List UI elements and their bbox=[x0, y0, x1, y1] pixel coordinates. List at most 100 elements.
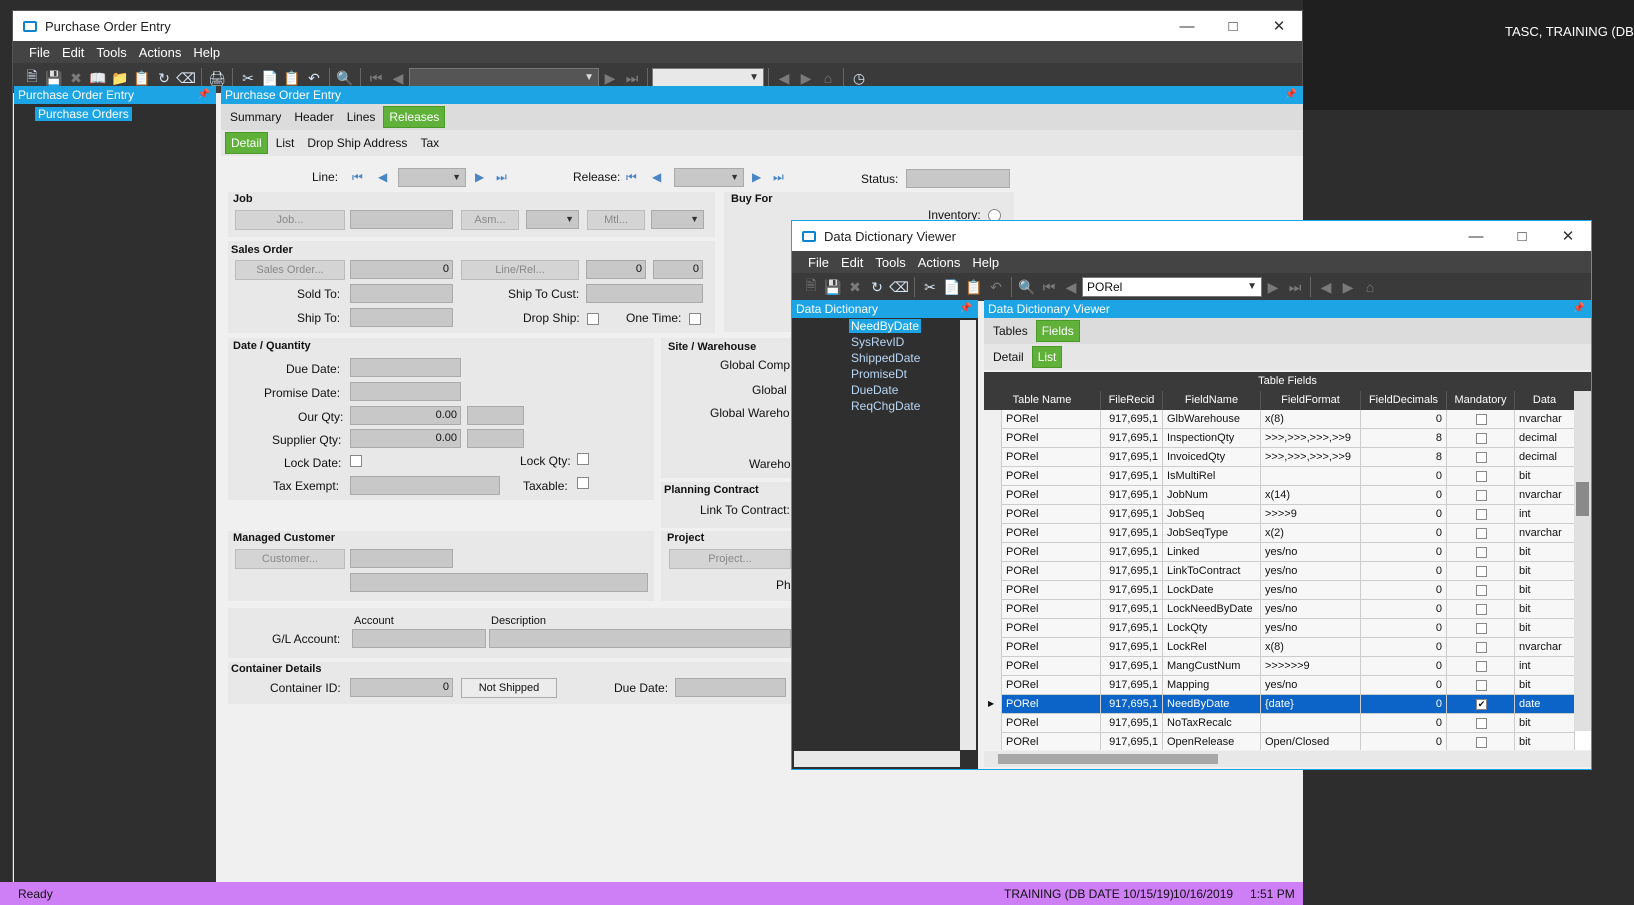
cell-type[interactable]: bit bbox=[1515, 467, 1575, 486]
table-row[interactable]: PORel 917,695,1 LockNeedByDate yes/no 0 bit bbox=[984, 600, 1575, 619]
cell-format[interactable] bbox=[1261, 467, 1361, 486]
cell-table[interactable]: PORel bbox=[1002, 619, 1101, 638]
tab-list[interactable]: List bbox=[1031, 346, 1063, 368]
tab-lines[interactable]: Lines bbox=[342, 107, 381, 127]
dd-menu-tools[interactable]: Tools bbox=[869, 255, 911, 270]
mandatory-checkbox[interactable] bbox=[1476, 471, 1487, 482]
one-time-checkbox[interactable] bbox=[689, 313, 701, 325]
customer-field[interactable] bbox=[350, 549, 453, 568]
cell-field[interactable]: LockDate bbox=[1163, 581, 1261, 600]
tab-fields[interactable]: Fields bbox=[1035, 320, 1080, 342]
cell-type[interactable]: date bbox=[1515, 695, 1575, 714]
dd-tree-item[interactable]: ReqChgDate bbox=[851, 399, 920, 413]
mandatory-checkbox[interactable] bbox=[1476, 661, 1487, 672]
cell-dec[interactable]: 0 bbox=[1361, 562, 1447, 581]
cell-field[interactable]: IsMultiRel bbox=[1163, 467, 1261, 486]
cell-table[interactable]: PORel bbox=[1002, 543, 1101, 562]
forward-icon[interactable]: ▶ bbox=[1337, 276, 1359, 298]
mandatory-checkbox[interactable] bbox=[1476, 433, 1487, 444]
next-line-icon[interactable]: ▶ bbox=[475, 170, 484, 184]
so-line-field[interactable]: 0 bbox=[586, 260, 646, 279]
cell-type[interactable]: int bbox=[1515, 657, 1575, 676]
line-rel-button[interactable]: Line/Rel... bbox=[461, 260, 579, 280]
search-icon[interactable]: 🔍 bbox=[1016, 276, 1038, 298]
table-row[interactable]: PORel 917,695,1 LockQty yes/no 0 bit bbox=[984, 619, 1575, 638]
cell-recid[interactable]: 917,695,1 bbox=[1101, 676, 1163, 695]
pin-icon[interactable]: 📌 bbox=[960, 300, 972, 318]
cell-table[interactable]: PORel bbox=[1002, 581, 1101, 600]
cell-format[interactable]: yes/no bbox=[1261, 581, 1361, 600]
col-header-table-name[interactable]: Table Name bbox=[984, 391, 1101, 410]
cell-dec[interactable]: 0 bbox=[1361, 410, 1447, 429]
mandatory-cell[interactable] bbox=[1447, 486, 1515, 505]
close-button[interactable]: ✕ bbox=[1256, 17, 1302, 35]
menu-tools[interactable]: Tools bbox=[90, 45, 132, 60]
row-selector[interactable] bbox=[984, 486, 1002, 505]
cell-dec[interactable]: 8 bbox=[1361, 429, 1447, 448]
col-header-data-type[interactable]: Data bbox=[1515, 391, 1575, 410]
row-selector[interactable] bbox=[984, 676, 1002, 695]
cell-recid[interactable]: 917,695,1 bbox=[1101, 638, 1163, 657]
prev-record-icon[interactable]: ◀ bbox=[1060, 276, 1082, 298]
ship-to-field[interactable] bbox=[350, 308, 453, 327]
cell-table[interactable]: PORel bbox=[1002, 638, 1101, 657]
taxable-checkbox[interactable] bbox=[577, 477, 589, 489]
cell-field[interactable]: LockNeedByDate bbox=[1163, 600, 1261, 619]
tab-list[interactable]: List bbox=[271, 133, 300, 153]
ship-to-cust-field[interactable] bbox=[586, 284, 703, 303]
paste-icon[interactable]: 📋 bbox=[963, 276, 985, 298]
last-line-icon[interactable]: ⏭ bbox=[496, 170, 507, 185]
row-selector[interactable] bbox=[984, 524, 1002, 543]
mandatory-cell[interactable] bbox=[1447, 619, 1515, 638]
cell-type[interactable]: nvarchar bbox=[1515, 638, 1575, 657]
cell-field[interactable]: JobNum bbox=[1163, 486, 1261, 505]
mandatory-checkbox[interactable] bbox=[1476, 604, 1487, 615]
cell-table[interactable]: PORel bbox=[1002, 714, 1101, 733]
release-combo[interactable]: ▼ bbox=[674, 168, 744, 187]
cell-format[interactable]: >>>>>>9 bbox=[1261, 657, 1361, 676]
cell-table[interactable]: PORel bbox=[1002, 429, 1101, 448]
mandatory-checkbox[interactable] bbox=[1476, 718, 1487, 729]
tab-detail[interactable]: Detail bbox=[225, 132, 268, 154]
mandatory-cell[interactable] bbox=[1447, 676, 1515, 695]
cell-table[interactable]: PORel bbox=[1002, 695, 1101, 714]
gl-account-field[interactable] bbox=[352, 629, 486, 648]
mandatory-checkbox[interactable] bbox=[1476, 566, 1487, 577]
col-header-fieldformat[interactable]: FieldFormat bbox=[1261, 391, 1361, 410]
row-selector[interactable] bbox=[984, 448, 1002, 467]
cell-dec[interactable]: 0 bbox=[1361, 524, 1447, 543]
cell-field[interactable]: Mapping bbox=[1163, 676, 1261, 695]
table-row[interactable]: PORel 917,695,1 InspectionQty >>>,>>>,>>>,>… bbox=[984, 429, 1575, 448]
row-selector[interactable] bbox=[984, 505, 1002, 524]
grid-hscroll-thumb[interactable] bbox=[998, 754, 1218, 764]
cell-field[interactable]: LockQty bbox=[1163, 619, 1261, 638]
table-row[interactable]: ▶ PORel 917,695,1 NeedByDate {date} 0 ✔ date bbox=[984, 695, 1575, 714]
row-selector[interactable]: ▶ bbox=[984, 695, 1002, 714]
mandatory-cell[interactable] bbox=[1447, 524, 1515, 543]
status-field[interactable] bbox=[906, 169, 1010, 188]
cut-icon[interactable]: ✂ bbox=[919, 276, 941, 298]
dd-tree-item[interactable]: ShippedDate bbox=[851, 351, 920, 365]
cell-recid[interactable]: 917,695,1 bbox=[1101, 562, 1163, 581]
row-selector[interactable] bbox=[984, 467, 1002, 486]
asm-button[interactable]: Asm... bbox=[461, 210, 519, 230]
grid-vscrollbar[interactable] bbox=[1574, 391, 1591, 731]
cell-dec[interactable]: 0 bbox=[1361, 733, 1447, 750]
dd-tree-item[interactable]: NeedByDate bbox=[849, 319, 922, 333]
mandatory-cell[interactable] bbox=[1447, 714, 1515, 733]
cell-dec[interactable]: 0 bbox=[1361, 467, 1447, 486]
dd-tree-vscrollbar[interactable] bbox=[960, 320, 976, 750]
dd-menu-edit[interactable]: Edit bbox=[835, 255, 869, 270]
mandatory-cell[interactable] bbox=[1447, 657, 1515, 676]
table-row[interactable]: PORel 917,695,1 NoTaxRecalc 0 bit bbox=[984, 714, 1575, 733]
mandatory-cell[interactable] bbox=[1447, 638, 1515, 657]
mandatory-cell[interactable] bbox=[1447, 410, 1515, 429]
cell-field[interactable]: NeedByDate bbox=[1163, 695, 1261, 714]
cell-recid[interactable]: 917,695,1 bbox=[1101, 505, 1163, 524]
customer-name-field[interactable] bbox=[350, 573, 648, 592]
cell-table[interactable]: PORel bbox=[1002, 657, 1101, 676]
cell-field[interactable]: GlbWarehouse bbox=[1163, 410, 1261, 429]
undo-icon[interactable]: ↶ bbox=[985, 276, 1007, 298]
copy-icon[interactable]: 📄 bbox=[941, 276, 963, 298]
customer-button[interactable]: Customer... bbox=[235, 549, 345, 569]
